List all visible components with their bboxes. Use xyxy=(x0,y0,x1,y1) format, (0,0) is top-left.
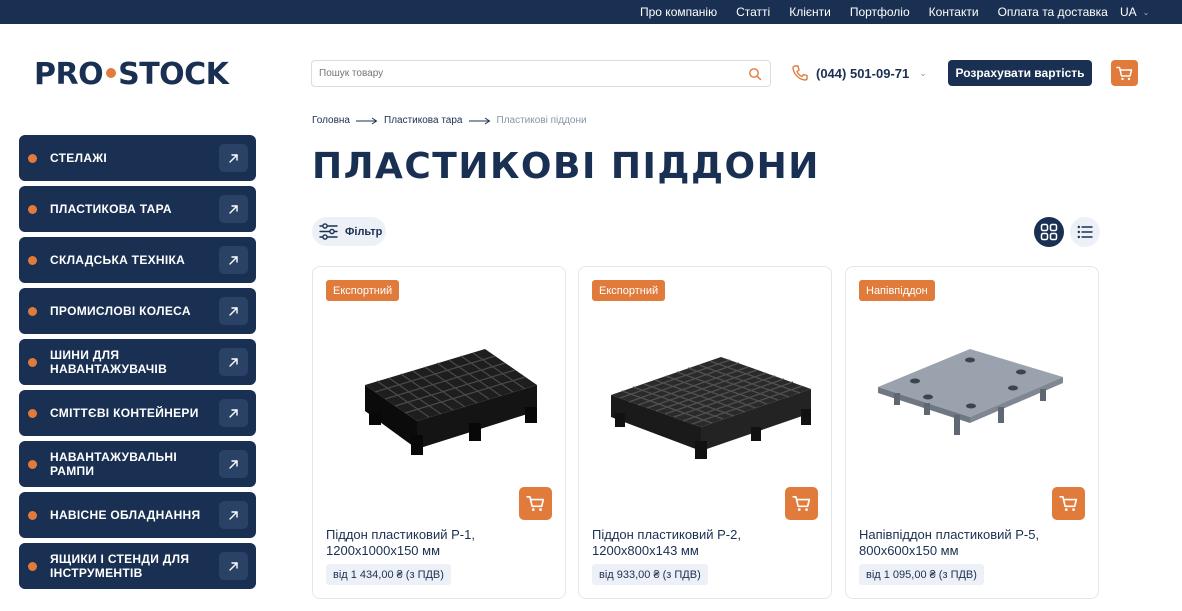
top-nav-link-contacts[interactable]: Контакти xyxy=(929,5,979,19)
header-cart-button[interactable] xyxy=(1111,60,1138,86)
top-nav-links: Про компанію Статті Клієнти Портфоліо Ко… xyxy=(640,0,1127,24)
arrow-up-right-icon[interactable] xyxy=(219,348,248,376)
arrow-up-right-icon[interactable] xyxy=(219,399,248,427)
sidebar-item-label: СТЕЛАЖІ xyxy=(50,151,108,165)
cart-icon xyxy=(792,495,811,511)
logo-text-pro: PRO xyxy=(34,56,104,92)
top-navigation-bar: Про компанію Статті Клієнти Портфоліо Ко… xyxy=(0,0,1182,24)
breadcrumb-parent[interactable]: Пластикова тара xyxy=(384,115,463,126)
breadcrumb-home[interactable]: Головна xyxy=(312,115,350,126)
top-nav-link-clients[interactable]: Клієнти xyxy=(789,5,831,19)
product-name[interactable]: Піддон пластиковий Р-1, 1200х1000х150 мм xyxy=(326,527,554,559)
breadcrumb: Головна Пластикова тара Пластикові піддо… xyxy=(312,115,587,126)
product-price: від 933,00 ₴ (з ПДВ) xyxy=(592,564,708,585)
sidebar-item[interactable]: ШИНИ ДЛЯ НАВАНТАЖУВАЧІВ xyxy=(19,339,256,385)
arrow-up-right-icon[interactable] xyxy=(219,297,248,325)
long-arrow-right-icon xyxy=(356,117,378,125)
sidebar-item[interactable]: СМІТТЄВІ КОНТЕЙНЕРИ xyxy=(19,390,256,436)
calculate-cost-button[interactable]: Розрахувати вартість xyxy=(948,60,1092,86)
add-to-cart-button[interactable] xyxy=(1052,487,1085,520)
pallet-image-dark-grid xyxy=(611,357,811,459)
cart-icon xyxy=(526,495,545,511)
sidebar-item[interactable]: СКЛАДСЬКА ТЕХНІКА xyxy=(19,237,256,283)
site-logo[interactable]: PRO STOCK xyxy=(34,56,229,92)
product-badge: Напівпіддон xyxy=(859,280,935,301)
product-card[interactable]: Експортний Піддон пластиковий Р-2, 1200х… xyxy=(578,266,832,599)
sliders-icon xyxy=(319,223,338,240)
arrow-up-right-icon[interactable] xyxy=(219,552,248,580)
product-card[interactable]: Напівпіддон Напівпіддон пластиковий Р-5,… xyxy=(845,266,1099,599)
search-box xyxy=(311,60,771,87)
search-input[interactable] xyxy=(312,61,732,86)
product-price: від 1 095,00 ₴ (з ПДВ) xyxy=(859,564,984,585)
phone-contact[interactable]: (044) 501-09-71 ⌄ xyxy=(791,63,927,83)
arrow-up-right-icon[interactable] xyxy=(219,501,248,529)
sidebar-item-label: ШИНИ ДЛЯ НАВАНТАЖУВАЧІВ xyxy=(50,348,168,376)
product-price: від 1 434,00 ₴ (з ПДВ) xyxy=(326,564,451,585)
cart-icon xyxy=(1059,495,1078,511)
pallet-image-black-grid xyxy=(365,349,537,455)
filter-label: Фільтр xyxy=(345,225,383,238)
sidebar-item-label: ЯЩИКИ І СТЕНДИ ДЛЯ ІНСТРУМЕНТІВ xyxy=(50,552,190,580)
bullet-dot-icon xyxy=(28,307,37,316)
product-badge: Експортний xyxy=(592,280,666,301)
phone-number: (044) 501-09-71 xyxy=(816,65,910,81)
pallet-image-grey-solid xyxy=(878,349,1063,435)
sidebar-item-label: ПЛАСТИКОВА ТАРА xyxy=(50,202,172,216)
sidebar-item-label: ПРОМИСЛОВІ КОЛЕСА xyxy=(50,304,191,318)
language-label: UA xyxy=(1120,5,1137,19)
sidebar-item[interactable]: СТЕЛАЖІ xyxy=(19,135,256,181)
add-to-cart-button[interactable] xyxy=(785,487,818,520)
top-nav-link-about[interactable]: Про компанію xyxy=(640,5,717,19)
grid-view-icon xyxy=(1040,223,1058,241)
filter-button[interactable]: Фільтр xyxy=(312,217,386,246)
bullet-dot-icon xyxy=(28,511,37,520)
arrow-up-right-icon[interactable] xyxy=(219,144,248,172)
bullet-dot-icon xyxy=(28,154,37,163)
grid-view-button[interactable] xyxy=(1034,217,1064,247)
bullet-dot-icon xyxy=(28,562,37,571)
sidebar-item-label: НАВАНТАЖУВАЛЬНІ РАМПИ xyxy=(50,450,178,478)
product-name[interactable]: Напівпіддон пластиковий Р-5, 800х600х150… xyxy=(859,527,1087,559)
bullet-dot-icon xyxy=(28,460,37,469)
bullet-dot-icon xyxy=(28,358,37,367)
top-nav-link-articles[interactable]: Статті xyxy=(736,5,770,19)
top-nav-link-portfolio[interactable]: Портфоліо xyxy=(850,5,910,19)
chevron-down-icon: ⌄ xyxy=(919,67,927,78)
category-sidebar: СТЕЛАЖІ ПЛАСТИКОВА ТАРА СКЛАДСЬКА ТЕХНІКА П… xyxy=(19,135,256,594)
phone-icon xyxy=(792,65,808,81)
bullet-dot-icon xyxy=(28,256,37,265)
sidebar-item[interactable]: НАВІСНЕ ОБЛАДНАННЯ xyxy=(19,492,256,538)
sidebar-item-label: СМІТТЄВІ КОНТЕЙНЕРИ xyxy=(50,406,199,420)
chevron-down-icon: ⌄ xyxy=(1142,7,1150,17)
search-icon[interactable] xyxy=(748,67,762,81)
top-nav-link-payment-delivery[interactable]: Оплата та доставка xyxy=(998,5,1108,19)
arrow-up-right-icon[interactable] xyxy=(219,195,248,223)
arrow-up-right-icon[interactable] xyxy=(219,450,248,478)
sidebar-item[interactable]: ПРОМИСЛОВІ КОЛЕСА xyxy=(19,288,256,334)
product-card[interactable]: Експортний Піддон пластиковий Р-1, 1200х… xyxy=(312,266,566,599)
bullet-dot-icon xyxy=(28,205,37,214)
product-badge: Експортний xyxy=(326,280,400,301)
sidebar-item-label: НАВІСНЕ ОБЛАДНАННЯ xyxy=(50,508,201,522)
logo-dot-icon xyxy=(106,68,117,78)
sidebar-item[interactable]: ПЛАСТИКОВА ТАРА xyxy=(19,186,256,232)
cart-icon xyxy=(1116,66,1133,80)
list-view-icon xyxy=(1077,225,1093,239)
arrow-up-right-icon[interactable] xyxy=(219,246,248,274)
product-name[interactable]: Піддон пластиковий Р-2, 1200х800х143 мм xyxy=(592,527,820,559)
sidebar-item[interactable]: НАВАНТАЖУВАЛЬНІ РАМПИ xyxy=(19,441,256,487)
sidebar-item[interactable]: ЯЩИКИ І СТЕНДИ ДЛЯ ІНСТРУМЕНТІВ xyxy=(19,543,256,589)
long-arrow-right-icon xyxy=(468,117,491,125)
breadcrumb-current: Пластикові піддони xyxy=(496,115,587,126)
bullet-dot-icon xyxy=(28,409,37,418)
sidebar-item-label: СКЛАДСЬКА ТЕХНІКА xyxy=(50,253,186,267)
language-selector[interactable]: UA ⌄ xyxy=(1120,0,1149,24)
logo-text-stock: STOCK xyxy=(118,56,229,92)
add-to-cart-button[interactable] xyxy=(519,487,552,520)
list-view-button[interactable] xyxy=(1070,217,1100,247)
page-title: ПЛАСТИКОВІ ПІДДОНИ xyxy=(312,146,820,187)
